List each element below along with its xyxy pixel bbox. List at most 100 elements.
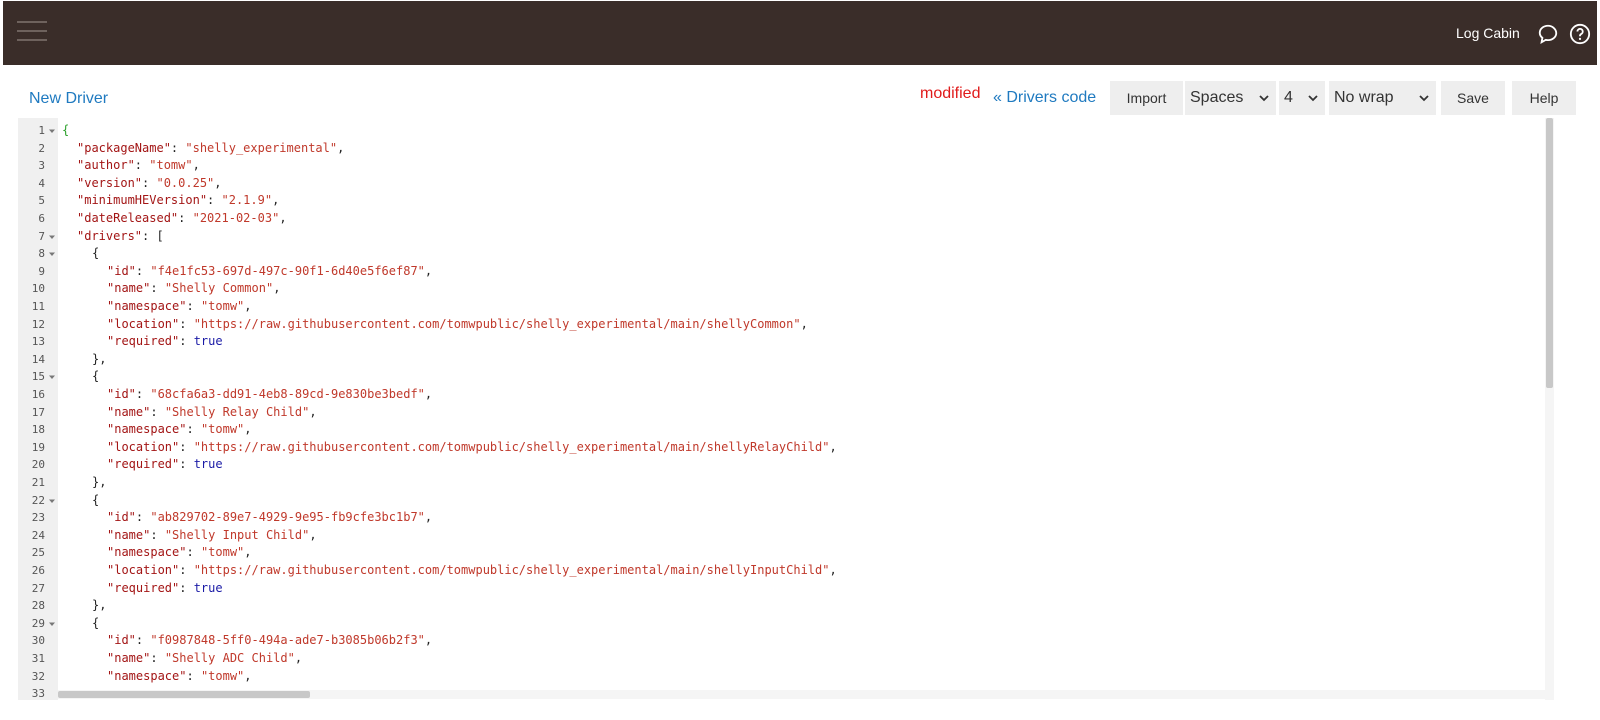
horizontal-scroll-thumb[interactable] — [58, 691, 310, 698]
code-line: "required": true — [62, 580, 223, 598]
code-token-key: "location" — [107, 316, 180, 331]
code-token-punc: : — [150, 404, 165, 419]
vertical-scrollbar[interactable] — [1545, 118, 1554, 700]
code-token-punc: : [ — [142, 228, 164, 243]
code-token-punc: : — [150, 651, 165, 665]
code-token-punc: , — [309, 527, 317, 542]
line-number: 23 — [18, 509, 58, 527]
line-number-text: 25 — [31, 546, 45, 560]
wrap-mode-select[interactable]: No wrap — [1329, 81, 1436, 115]
line-number: 17 — [18, 404, 58, 422]
fold-toggle-icon[interactable] — [49, 498, 55, 504]
code-line: "name": "Shelly Common", — [62, 280, 280, 298]
fold-toggle-icon[interactable] — [49, 374, 55, 380]
code-token-key: "required" — [107, 457, 180, 472]
code-token-str: "tomw" — [200, 422, 245, 437]
code-area[interactable]: {"packageName": "shelly_experimental", "a… — [62, 118, 1542, 700]
line-number: 27 — [18, 580, 58, 598]
indent-size-value: 4 — [1284, 89, 1293, 106]
hamburger-menu-icon[interactable] — [17, 21, 47, 45]
save-button[interactable]: Save — [1441, 81, 1505, 115]
code-token-punc: : — [142, 175, 157, 190]
code-token-key: "author" — [77, 158, 135, 173]
code-token-key: "id" — [107, 387, 136, 401]
code-token-punc: : — [179, 334, 194, 349]
code-token-punc: { — [92, 615, 100, 630]
code-token-punc: , — [244, 668, 252, 683]
code-token-punc: : — [186, 668, 201, 683]
line-number-text: 23 — [31, 511, 45, 525]
line-number-text: 31 — [31, 652, 45, 665]
code-token-str: "shelly_experimental" — [185, 140, 338, 155]
code-token-punc: : — [186, 422, 201, 437]
code-token-str: "0.0.25" — [156, 175, 215, 190]
code-token-str: "Shelly ADC Child" — [164, 651, 295, 665]
code-line: { — [62, 368, 99, 386]
line-number: 30 — [18, 632, 58, 650]
line-number-text: 6 — [38, 212, 45, 225]
line-number-gutter: 1 2 3 4 5 6 7 8 9 10 11 12 13 14 15 16 17 18 19 20 21 22 23 24 2… — [18, 118, 58, 700]
code-token-punc: , — [273, 281, 281, 296]
line-number-text: 9 — [38, 264, 45, 278]
line-number-text: 1 — [38, 124, 45, 137]
line-number: 8 — [18, 245, 58, 263]
code-line: "location": "https://raw.githubuserconte… — [62, 316, 808, 334]
fold-toggle-icon[interactable] — [49, 251, 55, 257]
indent-type-select[interactable]: Spaces — [1185, 81, 1276, 115]
line-number-text: 30 — [31, 634, 45, 648]
code-token-str: "68cfa6a3-dd91-4eb8-89cd-9e830be3bedf" — [150, 387, 425, 401]
import-button[interactable]: Import — [1110, 81, 1183, 115]
code-line: "namespace": "tomw", — [62, 421, 252, 439]
line-number-text: 13 — [31, 335, 45, 349]
chat-bubble-icon[interactable] — [1537, 23, 1559, 45]
fold-toggle-icon[interactable] — [49, 621, 55, 627]
line-number-text: 18 — [31, 423, 45, 437]
code-token-punc: , — [829, 563, 837, 577]
code-line: "name": "Shelly ADC Child", — [62, 650, 302, 668]
code-token-bool: true — [193, 457, 223, 472]
code-line: { — [62, 492, 99, 510]
code-line: "id": "ab829702-89e7-4929-9e95-fb9cfe3bc… — [62, 509, 432, 527]
code-token-punc: : — [186, 545, 201, 560]
line-number-text: 32 — [31, 669, 45, 683]
horizontal-scrollbar[interactable] — [58, 690, 1545, 699]
code-token-punc: : — [135, 263, 151, 278]
code-editor[interactable]: 1 2 3 4 5 6 7 8 9 10 11 12 13 14 15 16 17 18 19 20 21 22 23 24 2… — [18, 118, 1586, 700]
fold-toggle-icon[interactable] — [49, 128, 55, 134]
indent-size-select[interactable]: 4 — [1279, 81, 1325, 115]
code-token-punc: : — [150, 527, 165, 542]
help-circle-icon[interactable] — [1569, 23, 1591, 45]
code-token-str: "2.1.9" — [221, 193, 273, 208]
code-token-punc: : — [179, 316, 194, 331]
code-token-str: "2021-02-03" — [192, 211, 280, 225]
vertical-scroll-thumb[interactable] — [1546, 118, 1553, 388]
line-number: 19 — [18, 439, 58, 457]
code-token-key: "namespace" — [107, 545, 187, 560]
line-number: 5 — [18, 192, 58, 210]
fold-toggle-icon[interactable] — [49, 234, 55, 240]
code-token-key: "required" — [107, 334, 180, 349]
line-number-text: 19 — [31, 440, 45, 454]
code-token-punc: , — [424, 387, 433, 401]
line-number-text: 15 — [31, 370, 45, 384]
line-number-text: 7 — [38, 229, 45, 243]
code-token-punc: { — [92, 369, 100, 384]
code-line: "namespace": "tomw", — [62, 298, 252, 316]
code-token-punc: , — [244, 299, 252, 313]
code-token-key: "dateReleased" — [77, 211, 179, 225]
code-token-str: "https://raw.githubusercontent.com/tomwp… — [193, 563, 830, 577]
code-token-punc: , — [337, 140, 345, 155]
code-token-bool: true — [193, 334, 223, 349]
line-number-text: 27 — [31, 581, 45, 595]
line-number-text: 28 — [31, 599, 45, 613]
code-token-str: "Shelly Input Child" — [164, 527, 310, 542]
code-token-punc: : — [150, 281, 165, 296]
code-token-str: "Shelly Common" — [164, 281, 274, 296]
drivers-code-link[interactable]: « Drivers code — [993, 89, 1096, 107]
code-line: "name": "Shelly Relay Child", — [62, 404, 317, 422]
code-token-punc: , — [800, 316, 808, 331]
help-button[interactable]: Help — [1512, 81, 1576, 115]
code-token-key: "name" — [107, 404, 151, 419]
line-number: 33 — [18, 685, 58, 700]
code-line: "minimumHEVersion": "2.1.9", — [62, 192, 279, 210]
